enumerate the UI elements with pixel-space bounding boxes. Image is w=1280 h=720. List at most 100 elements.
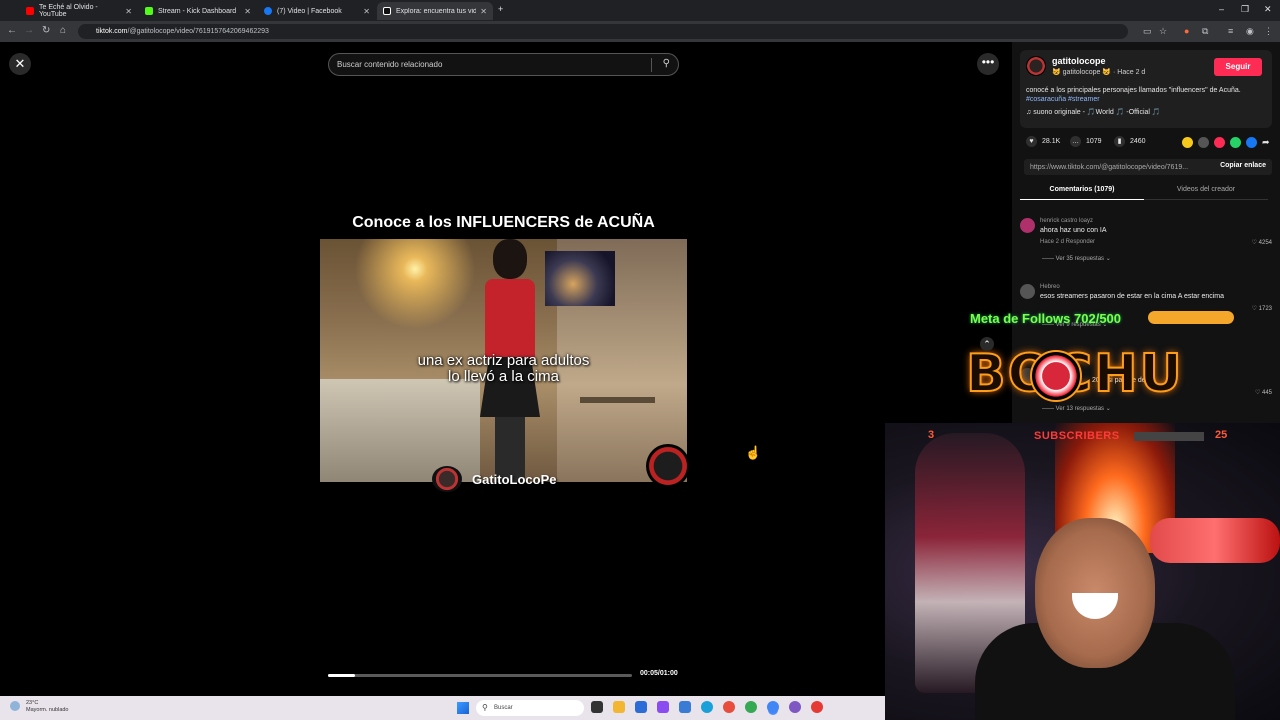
subscriber-label: SUBSCRIBERS [1034,430,1120,442]
mail-icon[interactable] [679,701,691,713]
like-count: 28.1K [1042,138,1061,145]
person-head [493,239,527,279]
file-explorer-icon[interactable] [613,701,625,713]
close-tab-icon[interactable]: ✕ [125,7,132,16]
obs-icon[interactable] [811,701,823,713]
minimize-icon[interactable]: – [1219,4,1224,14]
video-watermark: GatitoLocoPe [432,466,557,492]
heart-icon: ♥ [1026,136,1037,147]
tab-label: Explora: encuentra tus vid... [396,7,476,15]
embed-icon[interactable] [1198,137,1209,148]
windows-start-icon[interactable] [457,702,469,714]
home-icon[interactable]: ⌂ [60,25,66,36]
copilot-icon[interactable] [657,701,669,713]
search-placeholder: Buscar contenido relacionado [337,60,443,69]
discord-icon[interactable] [789,701,801,713]
chrome-active-icon[interactable] [767,701,779,713]
hashtags[interactable]: #cosaracuña #streamer [1026,96,1100,103]
tab-facebook[interactable]: (7) Video | Facebook ✕ [258,2,376,20]
windows-taskbar: 23°C Mayorm. nublado ⚲ Buscar [0,696,885,720]
author-card: gatitolocope 😺 gatitolocope 😺 · Hace 2 d… [1020,50,1272,128]
chrome-icon[interactable] [723,701,735,713]
new-tab-button[interactable]: + [498,4,503,14]
comment-button[interactable]: … 1079 [1070,136,1102,147]
tab-label: (7) Video | Facebook [277,7,342,15]
coin-share-icon[interactable] [1182,137,1193,148]
comment-likes[interactable]: ♡ 4254 [1252,239,1272,246]
temperature: 23°C [26,700,39,706]
commenter-avatar[interactable] [1020,284,1035,299]
person-top [485,279,535,359]
save-button[interactable]: ▮ 2460 [1114,136,1146,147]
follow-goal-text: Meta de Follows 702/500 [970,311,1122,326]
cast-icon[interactable]: ▭ [1143,26,1152,37]
send-icon[interactable] [1214,137,1225,148]
comment-likes[interactable]: ♡ 1723 [1252,305,1272,312]
tab-creator-videos[interactable]: Videos del creador [1144,182,1268,200]
facebook-icon [264,7,272,15]
tab-label: Te Eché al Olvido - YouTube [39,4,98,18]
close-player-button[interactable]: ✕ [9,53,31,75]
related-search-input[interactable]: Buscar contenido relacionado ⚲ [328,53,679,76]
whatsapp-icon[interactable] [1230,137,1241,148]
video-link-box: https://www.tiktok.com/@gatitolocope/vid… [1024,159,1272,175]
author-name[interactable]: gatitolocope [1052,56,1106,66]
maximize-icon[interactable]: ❐ [1241,4,1249,15]
commenter-name[interactable]: Hebreo [1040,284,1060,290]
edge-icon[interactable] [701,701,713,713]
author-avatar[interactable] [1026,56,1046,76]
close-window-icon[interactable]: ✕ [1264,4,1272,15]
comment-count: 1079 [1086,138,1102,145]
bookmark-star-icon[interactable]: ☆ [1159,26,1167,37]
close-tab-icon[interactable]: ✕ [244,7,251,16]
follow-button[interactable]: Seguir [1214,58,1262,76]
reload-icon[interactable]: ↻ [42,25,50,36]
facebook-share-icon[interactable] [1246,137,1257,148]
tab-comments[interactable]: Comentarios (1079) [1020,182,1144,200]
cloud-icon [10,701,20,711]
back-icon[interactable]: ← [7,25,17,36]
view-replies-button[interactable]: —— Ver 35 respuestas ⌄ [1042,255,1111,262]
search-icon[interactable]: ⚲ [663,58,670,69]
view-replies-button[interactable]: —— Ver 13 respuestas ⌄ [1042,405,1111,412]
follow-goal-bar [1148,311,1234,324]
media-icon[interactable]: ≡ [1228,26,1233,36]
commenter-avatar[interactable] [1020,218,1035,233]
copy-link-button[interactable]: Copiar enlace [1220,162,1266,169]
soccer-ball-icon [1030,350,1082,402]
creator-avatar-overlay[interactable] [646,444,690,488]
store-icon[interactable] [635,701,647,713]
comment-meta[interactable]: Hace 2 d Responder [1040,239,1095,245]
forward-icon[interactable]: → [24,25,34,36]
engagement-stats: ♥ 28.1K … 1079 ▮ 2460 ➦ [1022,136,1272,150]
address-bar[interactable]: tiktok.com/@gatitolocope/video/761915764… [78,24,1128,39]
commenter-name[interactable]: henrick castro loayz [1040,218,1093,224]
video-link-url[interactable]: https://www.tiktok.com/@gatitolocope/vid… [1030,164,1188,171]
video-headline: Conoce a los INFLUENCERS de ACUÑA [352,214,655,231]
close-tab-icon[interactable]: ✕ [480,7,487,16]
task-view-icon[interactable] [591,701,603,713]
like-button[interactable]: ♥ 28.1K [1026,136,1060,147]
url-path: /@gatitolocope/video/7619157642069462293 [127,28,269,35]
tab-kick[interactable]: Stream - Kick Dashboard ✕ [139,2,257,20]
close-tab-icon[interactable]: ✕ [363,7,370,16]
comment-item: henrick castro loayz ahora haz uno con I… [1020,218,1272,264]
taskbar-search-input[interactable]: ⚲ Buscar [476,700,584,716]
more-options-button[interactable]: ••• [977,53,999,75]
comment-text: esos streamers pasaron de estar en la ci… [1040,293,1225,300]
puzzle-icon[interactable]: ⧉ [1202,26,1208,37]
comment-likes[interactable]: ♡ 445 [1255,389,1272,396]
video-time: 00:05/01:00 [640,670,678,677]
extension-icon[interactable]: ● [1184,26,1189,36]
kick-icon [145,7,153,15]
share-arrow-icon[interactable]: ➦ [1262,137,1273,148]
music-label[interactable]: ♫ suono originale - 🎵World 🎵 -Official 🎵 [1026,108,1161,116]
tab-tiktok[interactable]: Explora: encuentra tus vid... ✕ [377,2,493,20]
profile-icon[interactable]: ◉ [1246,26,1254,37]
menu-icon[interactable]: ⋮ [1264,26,1273,37]
video-progress-bar[interactable] [328,674,632,677]
description-text: conocé a los principales personajes llam… [1026,87,1241,94]
chevron-up-icon[interactable]: ⌃ [980,337,994,351]
chrome-profile-icon[interactable] [745,701,757,713]
tab-youtube[interactable]: Te Eché al Olvido - YouTube ✕ [20,2,138,20]
